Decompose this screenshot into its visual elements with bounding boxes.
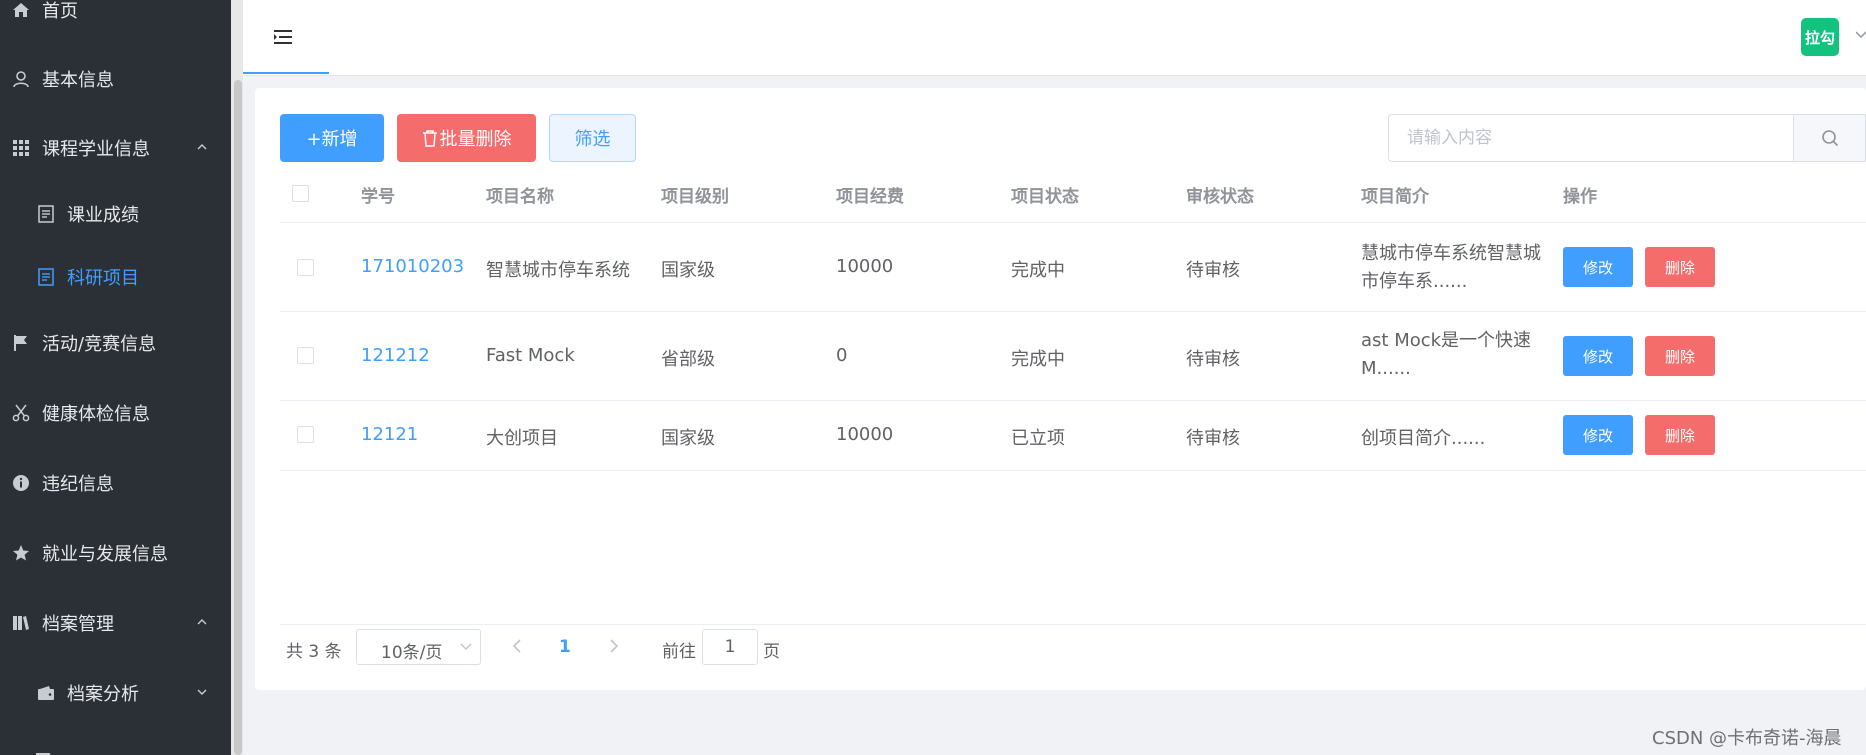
scissors-icon bbox=[11, 403, 31, 423]
batch-delete-label: 批量删除 bbox=[439, 129, 512, 150]
project-name: 智慧城市停车系统 bbox=[486, 260, 630, 281]
column-header-project-name: 项目名称 bbox=[486, 187, 554, 207]
edit-button[interactable]: 修改 bbox=[1563, 247, 1633, 287]
archive-icon bbox=[11, 613, 31, 633]
column-header-review-status: 审核状态 bbox=[1186, 187, 1254, 207]
goto-label: 前往 bbox=[662, 642, 696, 662]
add-button[interactable]: +新增 bbox=[280, 114, 384, 162]
sidebar-item-archives[interactable]: 档案管理 bbox=[0, 598, 231, 648]
info-icon bbox=[11, 473, 31, 493]
project-funding: 0 bbox=[836, 345, 848, 366]
row-divider bbox=[280, 400, 1866, 401]
filter-button[interactable]: 筛选 bbox=[549, 114, 636, 162]
pagination-divider bbox=[280, 624, 1866, 625]
sidebar-item-activities[interactable]: 活动/竞赛信息 bbox=[0, 318, 231, 368]
prev-page-icon[interactable] bbox=[510, 637, 524, 655]
sidebar-item-course-info[interactable]: 课程学业信息 bbox=[0, 123, 231, 173]
student-id-link[interactable]: 12121 bbox=[361, 424, 418, 445]
top-header bbox=[243, 0, 1866, 76]
review-status: 待审核 bbox=[1186, 260, 1240, 281]
sidebar-item-discipline[interactable]: 违纪信息 bbox=[0, 458, 231, 508]
student-id-link[interactable]: 121212 bbox=[361, 345, 430, 366]
select-all-checkbox[interactable] bbox=[292, 185, 309, 202]
sidebar-item-archive-analysis[interactable]: 档案分析 bbox=[0, 668, 231, 718]
project-summary: 创项目简介...... bbox=[1361, 428, 1486, 449]
student-id-link[interactable]: 171010203 bbox=[361, 256, 464, 277]
avatar[interactable]: 拉勾 bbox=[1801, 18, 1839, 56]
review-status: 待审核 bbox=[1186, 349, 1240, 370]
column-header-project-level: 项目级别 bbox=[661, 187, 729, 207]
page-size-value: 10条/页 bbox=[381, 643, 443, 663]
page-size-select[interactable]: 10条/页 bbox=[356, 629, 481, 665]
search-button[interactable] bbox=[1793, 114, 1866, 162]
project-level: 国家级 bbox=[661, 428, 715, 449]
project-summary: ast Mock是一个快速M...... bbox=[1361, 330, 1532, 379]
home-icon bbox=[11, 0, 31, 20]
column-header-summary: 项目简介 bbox=[1361, 187, 1429, 207]
content-card bbox=[255, 88, 1866, 690]
pagination-total: 共 3 条 bbox=[286, 642, 342, 662]
row-divider bbox=[280, 311, 1866, 312]
sidebar-scrollbar-thumb[interactable] bbox=[234, 80, 242, 755]
project-name: 大创项目 bbox=[486, 428, 558, 449]
sidebar: 首页 基本信息 课程学业信息 课业成绩 科研项目 活动/竞赛信息 健康体检信息 … bbox=[0, 0, 231, 755]
document-icon bbox=[36, 267, 56, 287]
row-checkbox[interactable] bbox=[297, 347, 314, 364]
chevron-down-icon bbox=[197, 689, 207, 695]
edit-button[interactable]: 修改 bbox=[1563, 336, 1633, 376]
grid-icon bbox=[11, 138, 31, 158]
batch-delete-button[interactable]: 批量删除 bbox=[397, 114, 536, 162]
sidebar-item-health[interactable]: 健康体检信息 bbox=[0, 388, 231, 438]
project-name: Fast Mock bbox=[486, 345, 575, 366]
search-icon bbox=[1821, 130, 1838, 147]
document-icon bbox=[36, 204, 56, 224]
goto-page-input[interactable] bbox=[702, 629, 758, 665]
search-input[interactable] bbox=[1388, 114, 1793, 162]
project-level: 省部级 bbox=[661, 349, 715, 370]
column-header-project-status: 项目状态 bbox=[1011, 187, 1079, 207]
column-header-actions: 操作 bbox=[1563, 187, 1597, 207]
chevron-up-icon bbox=[197, 619, 207, 625]
row-checkbox[interactable] bbox=[297, 259, 314, 276]
trash-icon bbox=[422, 129, 437, 147]
flag-icon bbox=[11, 333, 31, 353]
next-page-icon[interactable] bbox=[607, 637, 621, 655]
page-number-current[interactable]: 1 bbox=[559, 637, 571, 657]
watermark-text: CSDN @卡布奇诺-海晨 bbox=[1652, 728, 1842, 749]
column-header-student-id: 学号 bbox=[361, 187, 395, 207]
delete-button[interactable]: 删除 bbox=[1645, 415, 1715, 455]
sidebar-item-research[interactable]: 科研项目 bbox=[0, 252, 231, 302]
chevron-up-icon bbox=[197, 144, 207, 150]
sidebar-item-grades[interactable]: 课业成绩 bbox=[0, 189, 231, 239]
user-icon bbox=[11, 69, 31, 89]
caret-down-icon[interactable] bbox=[1856, 31, 1866, 39]
delete-button[interactable]: 删除 bbox=[1645, 336, 1715, 376]
page-suffix-label: 页 bbox=[763, 642, 780, 662]
edit-button[interactable]: 修改 bbox=[1563, 415, 1633, 455]
row-checkbox[interactable] bbox=[297, 426, 314, 443]
row-divider bbox=[280, 470, 1866, 471]
project-status: 完成中 bbox=[1011, 260, 1065, 281]
project-summary: 慧城市停车系统智慧城市停车系...... bbox=[1361, 243, 1541, 292]
star-icon bbox=[11, 543, 31, 563]
column-header-funding: 项目经费 bbox=[836, 187, 904, 207]
project-status: 已立项 bbox=[1011, 428, 1065, 449]
table-header-divider bbox=[280, 222, 1866, 223]
project-level: 国家级 bbox=[661, 260, 715, 281]
delete-button[interactable]: 删除 bbox=[1645, 247, 1715, 287]
chevron-down-icon bbox=[460, 643, 472, 650]
sidebar-item-employment[interactable]: 就业与发展信息 bbox=[0, 528, 231, 578]
sidebar-item-basic-info[interactable]: 基本信息 bbox=[0, 54, 231, 104]
project-funding: 10000 bbox=[836, 424, 894, 445]
review-status: 待审核 bbox=[1186, 428, 1240, 449]
sidebar-item-truncated bbox=[36, 748, 186, 755]
wallet-icon bbox=[36, 683, 56, 703]
project-funding: 10000 bbox=[836, 256, 894, 277]
active-tab-underline bbox=[243, 72, 329, 74]
sidebar-item-home[interactable]: 首页 bbox=[0, 0, 231, 35]
menu-toggle-icon[interactable] bbox=[274, 29, 292, 45]
project-status: 完成中 bbox=[1011, 349, 1065, 370]
